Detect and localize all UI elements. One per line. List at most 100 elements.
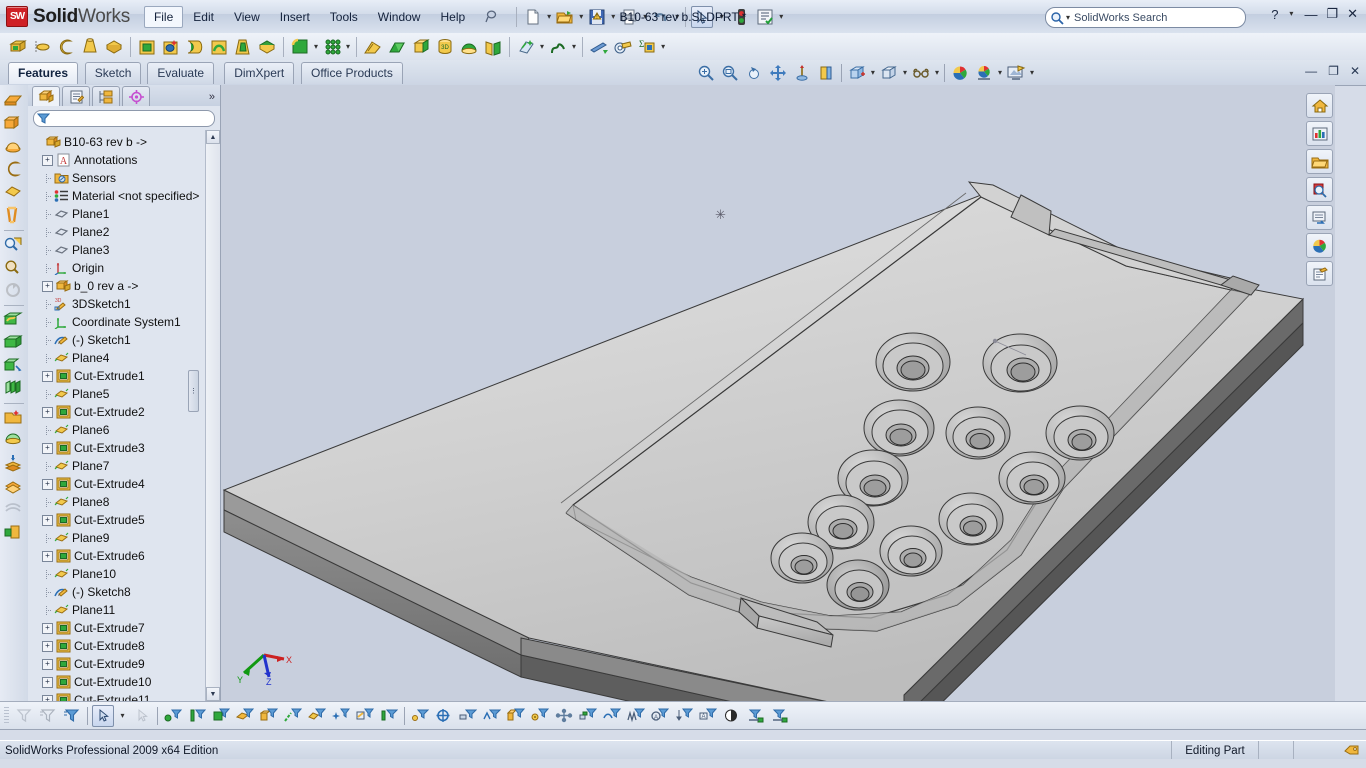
- filter-datum-targets-icon[interactable]: A: [697, 705, 719, 727]
- filter-midpoints-icon[interactable]: [378, 705, 400, 727]
- extruded-boss-base-icon[interactable]: [3, 91, 25, 111]
- tree-item-coordinate-system1[interactable]: Coordinate System1: [34, 313, 220, 331]
- select-button-dropdown[interactable]: ▾: [715, 6, 728, 28]
- display-pane-icon[interactable]: [1306, 205, 1333, 230]
- zoom-to-fit-icon[interactable]: [3, 235, 25, 255]
- tab-dimxpert[interactable]: DimXpert: [224, 62, 295, 84]
- display-style-icon[interactable]: [878, 62, 900, 84]
- rotate-view-icon[interactable]: [791, 62, 813, 84]
- tab-sketch[interactable]: Sketch: [84, 62, 142, 84]
- tag-icon[interactable]: [1344, 744, 1360, 758]
- menu-item-insert[interactable]: Insert: [270, 6, 320, 28]
- toolbar-drag-handle[interactable]: [4, 706, 9, 725]
- help-button[interactable]: ?: [1271, 7, 1278, 22]
- measure-icon[interactable]: [612, 36, 634, 58]
- mass-properties-icon[interactable]: Σ: [636, 36, 658, 58]
- section-view-icon[interactable]: [815, 62, 837, 84]
- thicken-icon[interactable]: [3, 379, 25, 399]
- hole-wizard-icon[interactable]: [160, 36, 182, 58]
- feature-tree[interactable]: B10-63 rev b -> + A Annotations Sensors Mater…: [28, 130, 220, 701]
- tree-item-plane9[interactable]: Plane9: [34, 529, 220, 547]
- tree-item-sensors[interactable]: Sensors: [34, 169, 220, 187]
- menu-item-tools[interactable]: Tools: [320, 6, 368, 28]
- hide-show-items-dropdown-icon[interactable]: ▾: [935, 69, 939, 77]
- menu-item-view[interactable]: View: [224, 6, 270, 28]
- search-dropdown-icon[interactable]: ▾: [1066, 13, 1070, 22]
- search-input[interactable]: ▾ SolidWorks Search: [1045, 7, 1246, 28]
- graphics-viewport[interactable]: ✳ X Y Z: [221, 85, 1335, 701]
- tree-item-cut-extrude3[interactable]: + Cut-Extrude3: [34, 439, 220, 457]
- evaluate-dropdown-icon[interactable]: ▾: [661, 42, 665, 51]
- swept-boss-base-icon[interactable]: [55, 36, 77, 58]
- help-dropdown[interactable]: ▾: [1289, 10, 1293, 18]
- filter-sketch-points-icon[interactable]: [330, 705, 352, 727]
- feature-tree-scroll-down[interactable]: ▼: [206, 687, 220, 701]
- tree-item-plane4[interactable]: Plane4: [34, 349, 220, 367]
- cm-minimize-button[interactable]: —: [1305, 64, 1317, 78]
- tree-item-plane10[interactable]: Plane10: [34, 565, 220, 583]
- view-settings-icon[interactable]: [1005, 62, 1027, 84]
- lofted-cut-icon[interactable]: [232, 36, 254, 58]
- filled-surface-icon[interactable]: [3, 431, 25, 451]
- zoom-to-fit-icon[interactable]: [695, 62, 717, 84]
- print-dropdown[interactable]: ▾: [643, 12, 647, 21]
- filter-weld-beads-icon[interactable]: [625, 705, 647, 727]
- tree-item-plane1[interactable]: Plane1: [34, 205, 220, 223]
- replace-face-icon[interactable]: [3, 477, 25, 497]
- tree-expand-toggle[interactable]: +: [42, 370, 53, 382]
- filter-blocks-icon[interactable]: [505, 705, 527, 727]
- filter-none-icon[interactable]: [13, 705, 35, 727]
- appearances-icon[interactable]: [1306, 233, 1333, 258]
- dimxpert-manager-tab[interactable]: [122, 86, 150, 106]
- wrap-icon[interactable]: 3D: [434, 36, 456, 58]
- options-dropdown[interactable]: ▾: [779, 12, 783, 21]
- view-orientation-dropdown-icon[interactable]: ▾: [871, 69, 875, 77]
- rebuild-button[interactable]: [730, 6, 752, 28]
- offset-surface-icon[interactable]: [3, 408, 25, 428]
- tree-item-origin[interactable]: Origin: [34, 259, 220, 277]
- tree-item-cut-extrude6[interactable]: + Cut-Extrude6: [34, 547, 220, 565]
- view-orientation-icon[interactable]: [846, 62, 868, 84]
- cm-restore-button[interactable]: ❐: [1328, 64, 1339, 78]
- filter-axes-icon[interactable]: [282, 705, 304, 727]
- filter-balloons-icon[interactable]: [745, 705, 767, 727]
- revolved-cut-icon[interactable]: [184, 36, 206, 58]
- tree-expand-toggle[interactable]: +: [42, 550, 53, 562]
- tree-item-annotations[interactable]: + A Annotations: [34, 151, 220, 169]
- view-home-icon[interactable]: [1306, 93, 1333, 118]
- filter-clear-icon[interactable]: [37, 705, 59, 727]
- curves-icon[interactable]: [547, 36, 569, 58]
- instant3d-icon[interactable]: [588, 36, 610, 58]
- tree-item-plane11[interactable]: Plane11: [34, 601, 220, 619]
- filter-sketch-segments-icon[interactable]: [354, 705, 376, 727]
- undo-dropdown[interactable]: ▾: [675, 12, 679, 21]
- tree-item-cut-extrude7[interactable]: + Cut-Extrude7: [34, 619, 220, 637]
- filter-centerlines-icon[interactable]: [433, 705, 455, 727]
- midsurface-icon[interactable]: [3, 454, 25, 474]
- tree-item-plane2[interactable]: Plane2: [34, 223, 220, 241]
- tree-item-cut-extrude4[interactable]: + Cut-Extrude4: [34, 475, 220, 493]
- menu-item-help[interactable]: Help: [430, 6, 475, 28]
- ruled-surface-icon[interactable]: [3, 206, 25, 226]
- extend-surface-icon[interactable]: [3, 333, 25, 353]
- tree-item-b10-63-rev-b[interactable]: B10-63 rev b ->: [34, 133, 220, 151]
- display-style-dropdown-icon[interactable]: ▾: [903, 69, 907, 77]
- tree-expand-toggle[interactable]: +: [42, 640, 53, 652]
- filter-vertices-icon[interactable]: [162, 705, 184, 727]
- open-document-dropdown[interactable]: ▾: [579, 12, 583, 21]
- planar-surface-icon[interactable]: [3, 183, 25, 203]
- tree-item-material-not-specified[interactable]: Material <not specified>: [34, 187, 220, 205]
- pan-icon[interactable]: [767, 62, 789, 84]
- menu-item-edit[interactable]: Edit: [183, 6, 224, 28]
- boundary-cut-icon[interactable]: [256, 36, 278, 58]
- tree-expand-toggle[interactable]: +: [42, 406, 53, 418]
- fillet-icon[interactable]: [289, 36, 311, 58]
- extruded-surface-icon[interactable]: [3, 114, 25, 134]
- options-button[interactable]: [754, 6, 776, 28]
- edit-appearance-icon[interactable]: [949, 62, 971, 84]
- undo-button[interactable]: [650, 6, 672, 28]
- zoom-to-area-icon[interactable]: [719, 62, 741, 84]
- tab-features[interactable]: Features: [8, 62, 79, 84]
- featuremanager-design-tree-tab[interactable]: [32, 86, 60, 106]
- filter-weld-symbols-icon[interactable]: A: [649, 705, 671, 727]
